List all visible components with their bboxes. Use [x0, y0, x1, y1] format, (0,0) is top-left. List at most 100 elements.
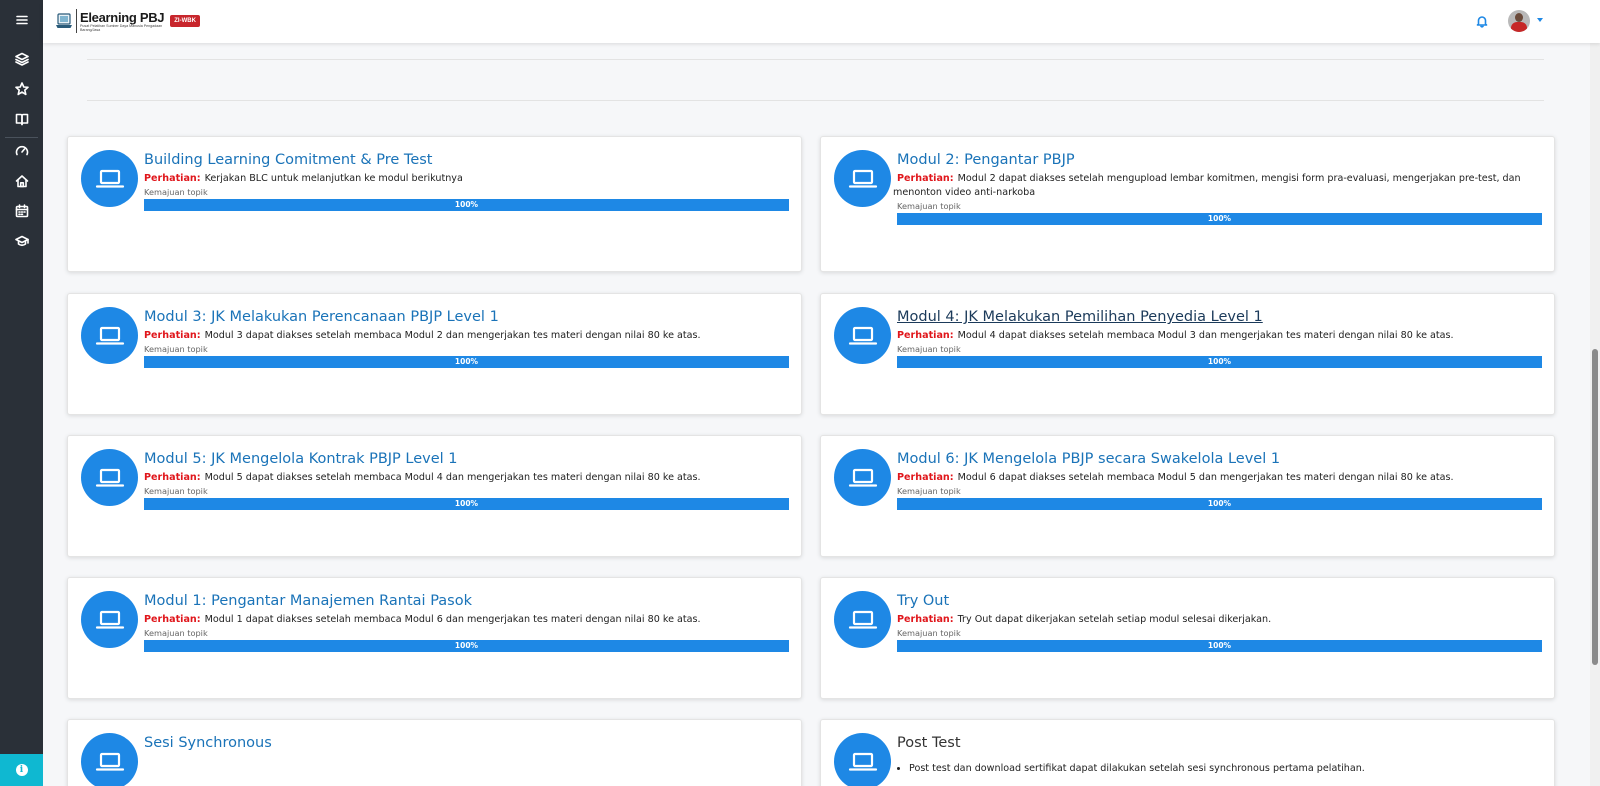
progress-bar: 100% [144, 640, 789, 652]
topic-note: Perhatian: Modul 5 dapat diakses setelah … [144, 471, 789, 485]
warning-label: Perhatian: [897, 614, 954, 625]
graduation-cap-icon[interactable] [0, 226, 43, 256]
page-scrollbar[interactable] [1590, 43, 1600, 786]
warning-label: Perhatian: [897, 330, 954, 341]
progress-value: 100% [1207, 499, 1232, 508]
calendar-icon[interactable] [0, 196, 43, 226]
topic-title-link[interactable]: Modul 3: JK Melakukan Perencanaan PBJP L… [144, 309, 499, 325]
topic-card: Modul 1: Pengantar Manajemen Rantai Paso… [67, 577, 802, 699]
home-icon[interactable] [0, 166, 43, 196]
topic-note: Perhatian: Modul 1 dapat diakses setelah … [144, 613, 789, 627]
list-item: Post test dan download sertifikat dapat … [909, 762, 1542, 775]
topic-title-link[interactable]: Try Out [897, 593, 949, 609]
left-sidebar: i [0, 0, 43, 786]
section-divider [87, 59, 1544, 60]
chevron-down-icon[interactable] [1537, 18, 1543, 22]
progress-bar: 100% [897, 640, 1542, 652]
laptop-icon [81, 591, 138, 648]
topic-card: Modul 6: JK Mengelola PBJP secara Swakel… [820, 435, 1555, 557]
topic-title-link[interactable]: Building Learning Comitment & Pre Test [144, 152, 433, 168]
progress-label: Kemajuan topik [897, 201, 961, 211]
layers-icon[interactable] [0, 44, 43, 74]
progress-value: 100% [1207, 214, 1232, 223]
progress-value: 100% [1207, 357, 1232, 366]
topic-card: Modul 4: JK Melakukan Pemilihan Penyedia… [820, 293, 1555, 415]
scrollbar-thumb[interactable] [1592, 349, 1598, 665]
site-logo[interactable]: Elearning PBJ Pusat Pelatihan Sumber Day… [55, 8, 200, 34]
topic-note: Perhatian: Modul 2 dapat diakses setelah … [893, 172, 1542, 200]
warning-label: Perhatian: [144, 614, 201, 625]
logo-title: Elearning PBJ [80, 9, 165, 25]
note-text: Modul 2 dapat diakses setelah mengupload… [893, 173, 1521, 198]
topic-note: Perhatian: Modul 4 dapat diakses setelah … [897, 329, 1542, 343]
topic-card: Modul 2: Pengantar PBJP Perhatian: Modul … [820, 136, 1555, 272]
progress-label: Kemajuan topik [144, 486, 208, 496]
progress-label: Kemajuan topik [897, 486, 961, 496]
note-text: Modul 1 dapat diakses setelah membaca Mo… [204, 614, 701, 625]
note-text: Modul 5 dapat diakses setelah membaca Mo… [204, 472, 701, 483]
progress-bar: 100% [144, 199, 789, 211]
topic-card: Modul 3: JK Melakukan Perencanaan PBJP L… [67, 293, 802, 415]
topic-title-link[interactable]: Modul 4: JK Melakukan Pemilihan Penyedia… [897, 309, 1263, 325]
topic-card: Sesi Synchronous [67, 719, 802, 786]
logo-subtitle: Pusat Pelatihan Sumber Daya Manusia Peng… [80, 23, 163, 32]
topic-title-link[interactable]: Sesi Synchronous [144, 735, 272, 751]
warning-label: Perhatian: [144, 173, 201, 184]
logo-icon [56, 13, 72, 28]
top-header: Elearning PBJ Pusat Pelatihan Sumber Day… [43, 0, 1600, 43]
note-text: Try Out dapat dikerjakan setelah setiap … [957, 614, 1272, 625]
zi-wbk-badge: ZI-WBK [170, 15, 200, 27]
warning-label: Perhatian: [144, 472, 201, 483]
notifications-button[interactable] [1475, 13, 1491, 29]
progress-bar: 100% [897, 213, 1542, 225]
warning-label: Perhatian: [897, 173, 954, 184]
progress-label: Kemajuan topik [144, 344, 208, 354]
progress-value: 100% [454, 499, 479, 508]
topic-title-link[interactable]: Modul 5: JK Mengelola Kontrak PBJP Level… [144, 451, 458, 467]
book-icon[interactable] [0, 104, 43, 134]
laptop-icon [834, 591, 891, 648]
topic-title-link[interactable]: Modul 6: JK Mengelola PBJP secara Swakel… [897, 451, 1280, 467]
warning-label: Perhatian: [897, 472, 954, 483]
section-divider [87, 100, 1544, 101]
progress-value: 100% [454, 641, 479, 650]
note-text: Modul 3 dapat diakses setelah membaca Mo… [204, 330, 701, 341]
topic-note: Perhatian: Modul 3 dapat diakses setelah … [144, 329, 789, 343]
star-icon[interactable] [0, 74, 43, 104]
laptop-icon [834, 307, 891, 364]
bell-icon [1476, 16, 1488, 28]
user-avatar[interactable] [1508, 10, 1530, 32]
topic-note: Perhatian: Kerjakan BLC untuk melanjutkan… [144, 172, 789, 186]
progress-value: 100% [1207, 641, 1232, 650]
warning-label: Perhatian: [144, 330, 201, 341]
laptop-icon [834, 150, 891, 207]
progress-value: 100% [454, 200, 479, 209]
help-button[interactable]: i [0, 754, 43, 786]
note-text: Modul 6 dapat diakses setelah membaca Mo… [957, 472, 1454, 483]
topic-title-link[interactable]: Modul 2: Pengantar PBJP [897, 152, 1075, 168]
topic-note: Perhatian: Try Out dapat dikerjakan setel… [897, 613, 1542, 627]
topic-note: Perhatian: Modul 6 dapat diakses setelah … [897, 471, 1542, 485]
progress-label: Kemajuan topik [144, 187, 208, 197]
topic-card: Try Out Perhatian: Try Out dapat dikerjak… [820, 577, 1555, 699]
note-text: Kerjakan BLC untuk melanjutkan ke modul … [204, 173, 463, 184]
info-icon: i [15, 764, 28, 776]
topic-title-link[interactable]: Modul 1: Pengantar Manajemen Rantai Paso… [144, 593, 472, 609]
progress-bar: 100% [897, 498, 1542, 510]
menu-icon[interactable] [0, 5, 43, 35]
logo-separator [76, 9, 77, 33]
laptop-icon [81, 449, 138, 506]
progress-label: Kemajuan topik [144, 628, 208, 638]
gauge-icon[interactable] [0, 136, 43, 166]
laptop-icon [834, 733, 891, 786]
laptop-icon [834, 449, 891, 506]
topic-card: Post Test Post test dan download sertifi… [820, 719, 1555, 786]
progress-value: 100% [454, 357, 479, 366]
note-text: Modul 4 dapat diakses setelah membaca Mo… [957, 330, 1454, 341]
progress-bar: 100% [897, 356, 1542, 368]
laptop-icon [81, 307, 138, 364]
laptop-icon [81, 733, 138, 786]
progress-bar: 100% [144, 356, 789, 368]
post-test-info-list: Post test dan download sertifikat dapat … [897, 762, 1542, 775]
topic-title-link[interactable]: Post Test [897, 735, 961, 751]
